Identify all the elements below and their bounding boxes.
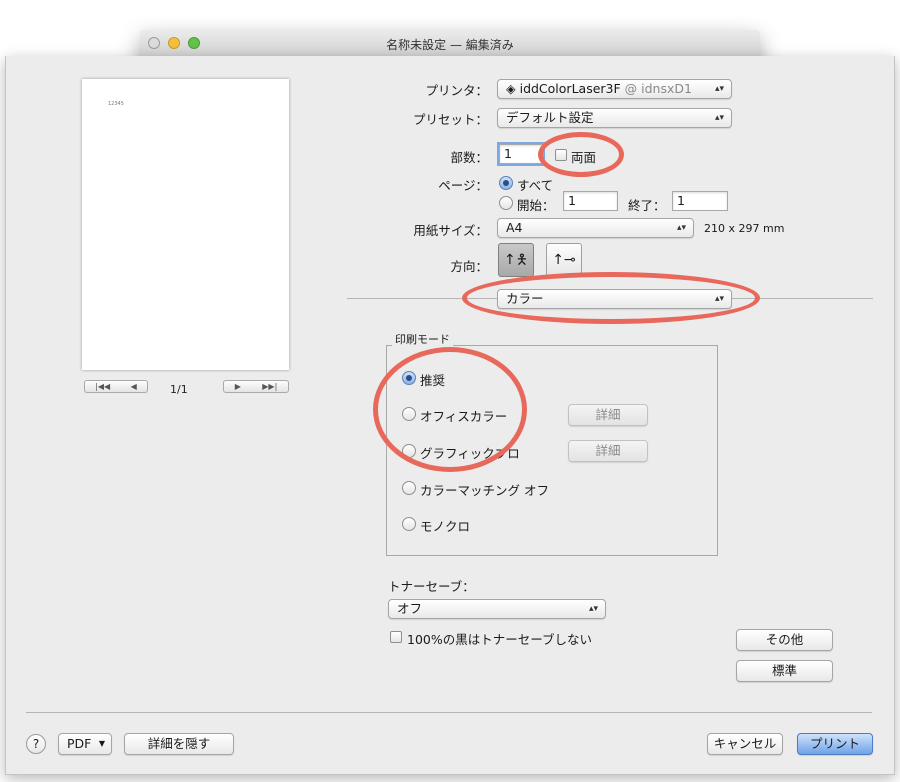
preview-page-text: 12345: [108, 101, 124, 107]
mode-color-matching-off-radio[interactable]: [402, 481, 416, 495]
previous-page-icon[interactable]: ◀: [131, 382, 137, 391]
graphic-pro-detail-button[interactable]: 詳細: [568, 440, 648, 462]
pages-to-label: 終了：: [628, 198, 666, 213]
mode-color-matching-off-label: カラーマッチング オフ: [420, 483, 549, 498]
orientation-label: 方向：: [450, 259, 488, 274]
pages-to-field[interactable]: 1: [672, 191, 728, 211]
landscape-icon: ↑⊸: [552, 252, 576, 268]
office-color-detail-button[interactable]: 詳細: [568, 404, 648, 426]
paper-size-popup[interactable]: A4 ▴▾: [497, 218, 694, 238]
pages-from-label: 開始：: [517, 198, 555, 213]
mode-monochrome-radio[interactable]: [402, 517, 416, 531]
pages-range-radio[interactable]: [499, 196, 513, 210]
pdf-menu-button[interactable]: PDF ▼: [58, 733, 112, 755]
help-button[interactable]: ?: [26, 734, 46, 754]
portrait-button[interactable]: ↑🯅: [498, 243, 534, 277]
page-indicator: 1/1: [170, 383, 188, 396]
popup-arrows-icon: ▴▾: [676, 223, 686, 233]
pages-all-radio[interactable]: [499, 176, 513, 190]
portrait-icon: ↑🯅: [503, 252, 529, 268]
toner-black-checkbox[interactable]: [390, 631, 402, 643]
toner-black-label: 100%の黒はトナーセーブしない: [407, 632, 592, 647]
preview-nav-forward[interactable]: ▶ ▶▶|: [223, 380, 289, 393]
printer-icon: ◈: [506, 81, 520, 96]
pdf-label: PDF: [67, 736, 92, 751]
last-page-icon[interactable]: ▶▶|: [262, 382, 277, 391]
print-mode-title: 印刷モード: [392, 331, 453, 347]
pages-from-field[interactable]: 1: [563, 191, 618, 211]
paper-size-label: 用紙サイズ：: [413, 223, 488, 238]
popup-arrows-icon: ▴▾: [714, 84, 724, 94]
annotation-ring-print-mode: [373, 347, 527, 472]
popup-arrows-icon: ▴▾: [714, 113, 724, 123]
annotation-ring-duplex: [538, 132, 624, 177]
print-button[interactable]: プリント: [797, 733, 873, 755]
toner-save-popup[interactable]: オフ ▴▾: [388, 599, 606, 619]
printer-label: プリンタ：: [425, 83, 488, 98]
pages-all-label: すべて: [517, 178, 554, 193]
footer-separator: [26, 712, 872, 713]
preset-label: プリセット：: [412, 112, 488, 127]
printer-host: @ idnsxD1: [624, 81, 692, 96]
toner-save-value: オフ: [397, 601, 423, 616]
chevron-down-icon: ▼: [98, 739, 105, 748]
preview-page: [82, 79, 289, 370]
next-page-icon[interactable]: ▶: [235, 382, 241, 391]
annotation-ring-section: [462, 272, 760, 324]
copies-label: 部数：: [450, 150, 488, 165]
first-page-icon[interactable]: |◀◀: [95, 382, 110, 391]
pages-label: ページ：: [438, 178, 488, 193]
paper-size-value: A4: [506, 220, 523, 235]
preset-popup[interactable]: デフォルト設定 ▴▾: [497, 108, 732, 128]
standard-button[interactable]: 標準: [736, 660, 833, 682]
preview-nav-back[interactable]: |◀◀ ◀: [84, 380, 148, 393]
copies-field[interactable]: 1: [499, 144, 543, 164]
mode-monochrome-label: モノクロ: [420, 519, 471, 534]
printer-popup[interactable]: ◈ iddColorLaser3F @ idnsxD1 ▴▾: [497, 79, 732, 99]
window-title: 名称未設定 — 編集済み: [386, 38, 514, 52]
printer-name: iddColorLaser3F: [519, 81, 621, 96]
hide-details-button[interactable]: 詳細を隠す: [124, 733, 234, 755]
cancel-button[interactable]: キャンセル: [707, 733, 783, 755]
paper-dimensions: 210 x 297 mm: [704, 222, 785, 235]
other-button[interactable]: その他: [736, 629, 833, 651]
popup-arrows-icon: ▴▾: [588, 604, 598, 614]
toner-save-label: トナーセーブ：: [388, 579, 475, 594]
preset-value: デフォルト設定: [506, 110, 594, 125]
